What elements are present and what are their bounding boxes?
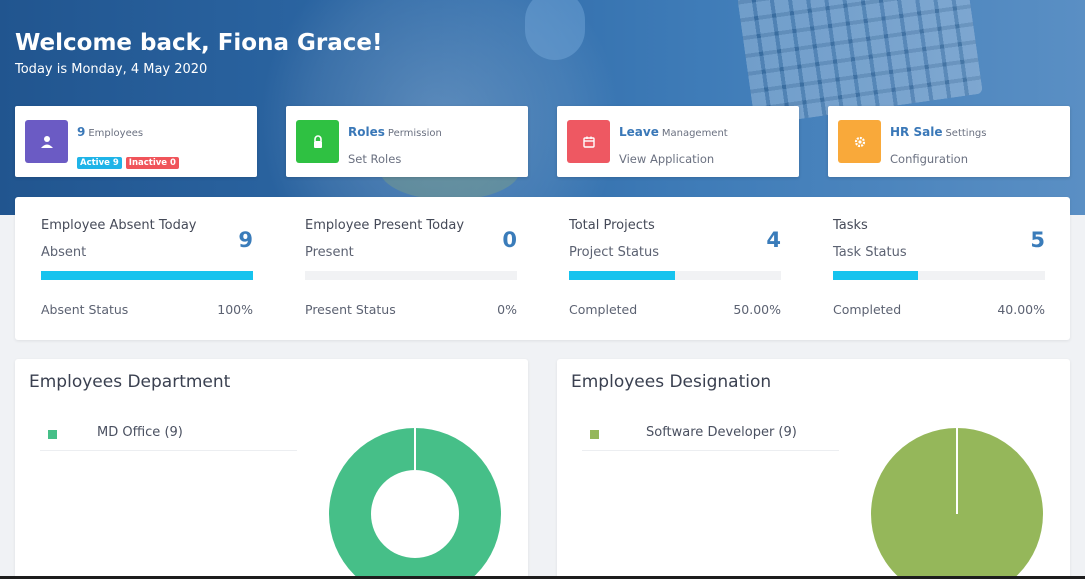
stat-title: Total Projects bbox=[569, 218, 655, 233]
stat-value: 9 bbox=[238, 228, 253, 252]
progress-track bbox=[305, 271, 517, 280]
leave-subtitle: Management bbox=[661, 128, 728, 139]
calendar-icon bbox=[567, 120, 610, 163]
stat-footer: Present Status bbox=[305, 302, 396, 317]
stat-present: Employee Present Today Present 0 Present… bbox=[305, 197, 517, 340]
stat-tasks: Tasks Task Status 5 Completed 40.00% bbox=[833, 197, 1045, 340]
stat-footer: Completed bbox=[569, 302, 638, 317]
active-badge[interactable]: Active 9 bbox=[77, 157, 122, 169]
welcome-date: Today is Monday, 4 May 2020 bbox=[15, 62, 208, 77]
stat-percent: 0% bbox=[497, 302, 517, 317]
roles-title[interactable]: Roles bbox=[348, 125, 385, 139]
stat-subtitle: Task Status bbox=[833, 245, 907, 260]
set-roles-link[interactable]: Set Roles bbox=[348, 152, 401, 166]
legend-swatch bbox=[48, 430, 57, 439]
progress-fill bbox=[569, 271, 675, 280]
department-donut-chart bbox=[329, 428, 501, 579]
stat-percent: 40.00% bbox=[997, 302, 1045, 317]
employees-card[interactable]: 9 Employees Active 9 Inactive 0 bbox=[15, 106, 257, 177]
panel-title: Employees Department bbox=[29, 372, 231, 392]
inactive-badge[interactable]: Inactive 0 bbox=[125, 157, 179, 169]
stat-absent: Employee Absent Today Absent 9 Absent St… bbox=[41, 197, 253, 340]
panel-title: Employees Designation bbox=[571, 372, 772, 392]
lock-icon bbox=[296, 120, 339, 163]
stat-projects: Total Projects Project Status 4 Complete… bbox=[569, 197, 781, 340]
stat-title: Employee Absent Today bbox=[41, 218, 197, 233]
hr-sale-subtitle: Settings bbox=[945, 128, 987, 139]
employees-department-panel: Employees Department MD Office (9) bbox=[15, 359, 528, 579]
employees-card-title: 9 Employees bbox=[77, 125, 143, 139]
leave-title[interactable]: Leave bbox=[619, 125, 659, 139]
stat-footer: Absent Status bbox=[41, 302, 129, 317]
progress-fill bbox=[41, 271, 253, 280]
coffee-cup-decoration bbox=[525, 0, 585, 60]
stat-value: 0 bbox=[502, 228, 517, 252]
user-icon bbox=[25, 120, 68, 163]
legend-item[interactable]: Software Developer (9) bbox=[582, 419, 839, 451]
legend-swatch bbox=[590, 430, 599, 439]
hr-sale-title[interactable]: HR Sale bbox=[890, 125, 942, 139]
employees-badges: Active 9 Inactive 0 bbox=[77, 154, 183, 169]
welcome-title: Welcome back, Fiona Grace! bbox=[15, 30, 383, 56]
leave-card-title: Leave Management bbox=[619, 125, 728, 139]
legend-label: Software Developer (9) bbox=[646, 425, 797, 440]
hr-sale-card[interactable]: HR Sale Settings Configuration bbox=[828, 106, 1070, 177]
stat-subtitle: Project Status bbox=[569, 245, 660, 260]
stat-footer: Completed bbox=[833, 302, 902, 317]
gear-icon bbox=[838, 120, 881, 163]
employees-card-subtitle: Employees bbox=[88, 128, 144, 139]
employees-count: 9 bbox=[77, 125, 86, 139]
roles-card-title: Roles Permission bbox=[348, 125, 442, 139]
leave-card[interactable]: Leave Management View Application bbox=[557, 106, 799, 177]
employees-designation-panel: Employees Designation Software Developer… bbox=[557, 359, 1070, 579]
roles-card[interactable]: Roles Permission Set Roles bbox=[286, 106, 528, 177]
legend-item[interactable]: MD Office (9) bbox=[40, 419, 297, 451]
legend-label: MD Office (9) bbox=[97, 425, 183, 440]
stat-percent: 50.00% bbox=[733, 302, 781, 317]
hr-sale-card-title: HR Sale Settings bbox=[890, 125, 986, 139]
roles-subtitle: Permission bbox=[387, 128, 442, 139]
progress-track bbox=[569, 271, 781, 280]
stat-subtitle: Absent bbox=[41, 245, 87, 260]
configuration-link[interactable]: Configuration bbox=[890, 152, 968, 166]
stat-percent: 100% bbox=[217, 302, 253, 317]
progress-track bbox=[833, 271, 1045, 280]
designation-pie-chart bbox=[871, 428, 1043, 579]
progress-track bbox=[41, 271, 253, 280]
progress-fill bbox=[833, 271, 918, 280]
view-application-link[interactable]: View Application bbox=[619, 152, 714, 166]
stats-panel: Employee Absent Today Absent 9 Absent St… bbox=[15, 197, 1070, 340]
stat-value: 5 bbox=[1030, 228, 1045, 252]
stat-title: Employee Present Today bbox=[305, 218, 465, 233]
stat-value: 4 bbox=[766, 228, 781, 252]
stat-title: Tasks bbox=[833, 218, 868, 233]
stat-subtitle: Present bbox=[305, 245, 354, 260]
donut-hole bbox=[371, 470, 459, 558]
